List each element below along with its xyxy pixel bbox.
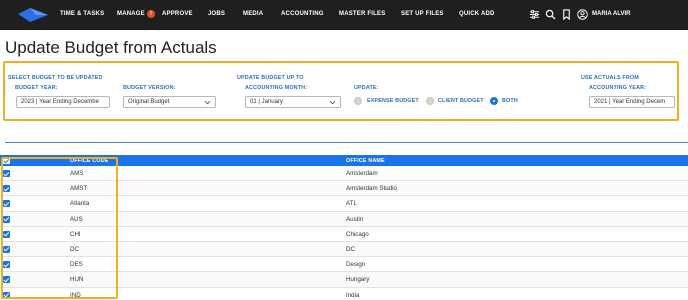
office-code-cell: CHI [70, 230, 81, 238]
nav-media[interactable]: MEDIA [243, 11, 263, 17]
radio-client-label[interactable]: CLIENT BUDGET [438, 98, 484, 104]
select-all-checkbox[interactable] [3, 157, 10, 164]
office-name-cell: India [346, 291, 360, 299]
table-row[interactable]: HUN Hungary [0, 272, 688, 288]
section-divider [5, 142, 688, 143]
manage-alert-badge: ! [147, 10, 155, 18]
office-code-cell: AMST [70, 185, 88, 193]
budget-year-value: 2023 | Year Ending Decembe [21, 99, 99, 105]
office-name-cell: Hungary [346, 276, 370, 284]
budget-year-select[interactable]: 2023 | Year Ending Decembe [16, 96, 110, 108]
select-budget-heading: SELECT BUDGET TO BE UPDATED [8, 75, 103, 81]
office-table: OFFICE CODE OFFICE NAME AMS Amsterdam AMST… [0, 155, 688, 300]
column-header-office-name[interactable]: OFFICE NAME [346, 158, 385, 164]
nav-jobs[interactable]: JOBS [208, 11, 225, 17]
nav-time-tasks[interactable]: TIME & TASKS [60, 11, 104, 17]
row-checkbox[interactable] [3, 291, 10, 299]
search-icon[interactable] [545, 9, 556, 20]
office-code-cell: DES [70, 261, 83, 269]
office-code-cell: AUS [70, 215, 83, 223]
office-code-cell: IND [70, 291, 81, 299]
accounting-month-value: 01 | January [250, 99, 283, 105]
budget-version-label: BUDGET VERSION: [123, 85, 176, 91]
office-name-cell: Amsterdam [346, 170, 378, 177]
office-name-cell: Amsterdam Studio [346, 185, 397, 193]
table-row[interactable]: IND India [0, 287, 688, 300]
office-name-cell: Chicago [346, 230, 369, 238]
nav-manage[interactable]: MANAGE [117, 11, 145, 17]
user-avatar-icon[interactable] [577, 9, 588, 20]
radio-expense-label[interactable]: EXPENSE BUDGET [367, 98, 419, 104]
radio-expense-budget[interactable] [354, 97, 362, 105]
row-checkbox[interactable] [3, 170, 10, 177]
budget-version-select[interactable]: Original Budget [123, 96, 216, 108]
budget-filter-panel: SELECT BUDGET TO BE UPDATED BUDGET YEAR:… [3, 61, 679, 121]
top-nav-bar: TIME & TASKS MANAGE ! APPROVE JOBS MEDIA… [0, 0, 688, 30]
budget-year-label: BUDGET YEAR: [15, 85, 58, 91]
filter-sliders-icon[interactable] [529, 9, 540, 20]
office-code-cell: DC [70, 245, 79, 253]
table-body: AMS Amsterdam AMST Amsterdam Studio Atlanta A… [0, 166, 688, 300]
radio-client-budget[interactable] [426, 97, 434, 105]
nav-accounting[interactable]: ACCOUNTING [281, 11, 324, 17]
radio-both[interactable] [490, 97, 498, 105]
row-checkbox[interactable] [3, 200, 10, 208]
nav-approve[interactable]: APPROVE [162, 11, 193, 17]
row-checkbox[interactable] [3, 245, 10, 253]
row-checkbox[interactable] [3, 185, 10, 193]
accounting-year-value: 2021 | Year Ending Decem [594, 99, 666, 105]
accounting-month-select[interactable]: 01 | January [245, 96, 341, 108]
use-actuals-heading: USE ACTUALS FROM [581, 75, 639, 81]
accounting-year-label: ACCOUNTING YEAR: [589, 85, 647, 91]
accounting-month-label: ACCOUNTING MONTH: [245, 85, 308, 91]
office-name-cell: Design [346, 261, 366, 269]
office-name-cell: ATL [346, 200, 357, 208]
update-up-to-heading: UPDATE BUDGET UP TO [237, 75, 304, 81]
row-checkbox[interactable] [3, 230, 10, 238]
table-row[interactable]: DES Design [0, 257, 688, 273]
table-header: OFFICE CODE OFFICE NAME [0, 155, 688, 166]
row-checkbox[interactable] [3, 276, 10, 284]
nav-set-up-files[interactable]: SET UP FILES [401, 11, 444, 17]
table-row[interactable]: DC DC [0, 241, 688, 258]
radio-both-label[interactable]: BOTH [502, 98, 518, 104]
table-row[interactable]: Atlanta ATL [0, 196, 688, 212]
table-row[interactable]: AMS Amsterdam [0, 166, 688, 182]
page-title: Update Budget from Actuals [5, 38, 217, 57]
nav-quick-add[interactable]: QUICK ADD [459, 11, 495, 17]
table-row[interactable]: AMST Amsterdam Studio [0, 181, 688, 197]
office-name-cell: DC [346, 245, 355, 253]
user-name[interactable]: MARIA ALVIR [592, 11, 630, 17]
office-code-cell: Atlanta [70, 200, 90, 208]
table-row[interactable]: CHI Chicago [0, 226, 688, 242]
accounting-year-select[interactable]: 2021 | Year Ending Decem [589, 96, 675, 108]
office-name-cell: Austin [346, 215, 364, 223]
row-checkbox[interactable] [3, 261, 10, 269]
office-code-cell: HUN [70, 276, 84, 284]
logo-icon[interactable] [18, 8, 48, 22]
bookmark-icon[interactable] [561, 9, 572, 20]
row-checkbox[interactable] [3, 215, 10, 223]
budget-version-value: Original Budget [128, 99, 170, 105]
column-header-office-code[interactable]: OFFICE CODE [70, 158, 109, 164]
table-row[interactable]: AUS Austin [0, 211, 688, 227]
chevron-down-icon [204, 100, 211, 105]
nav-master-files[interactable]: MASTER FILES [339, 11, 385, 17]
update-label: UPDATE: [354, 85, 379, 91]
office-code-cell: AMS [70, 170, 84, 177]
chevron-down-icon [329, 100, 336, 105]
